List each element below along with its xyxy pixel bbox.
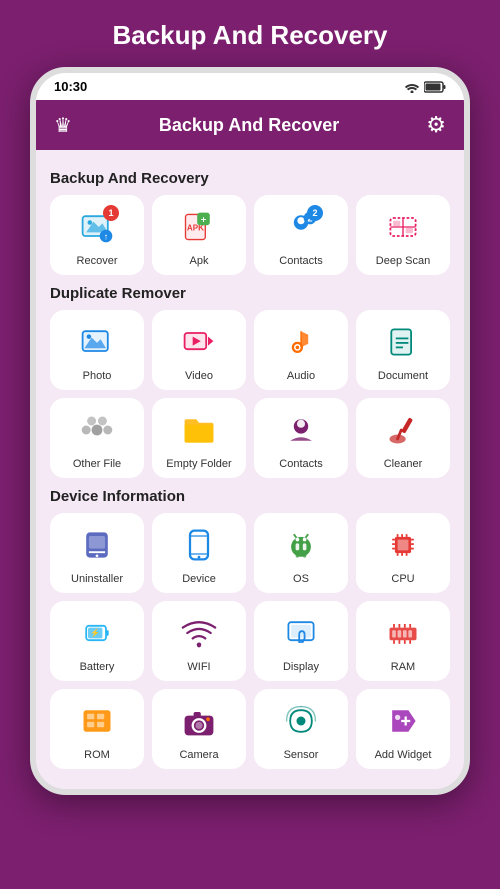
status-icons — [404, 81, 446, 93]
ram-icon — [385, 615, 421, 651]
os-label: OS — [293, 573, 309, 585]
ram-label: RAM — [391, 661, 415, 673]
cpu-label: CPU — [391, 573, 414, 585]
other-file-icon — [79, 412, 115, 448]
grid-item-audio[interactable]: Audio — [254, 310, 348, 390]
contacts-badge: 2 — [307, 205, 323, 221]
empty-folder-label: Empty Folder — [166, 458, 231, 470]
page-title: Backup And Recovery — [112, 20, 387, 51]
wifi-label: WIFI — [187, 661, 210, 673]
svg-text:↑: ↑ — [104, 232, 109, 242]
grid-item-recover[interactable]: ↑ 1 Recover — [50, 195, 144, 275]
display-icon — [283, 615, 319, 651]
add-widget-label: Add Widget — [375, 749, 432, 761]
empty-folder-icon — [181, 412, 217, 448]
section-backup-title: Backup And Recovery — [50, 170, 450, 187]
grid-item-uninstaller[interactable]: Uninstaller — [50, 513, 144, 593]
grid-item-camera[interactable]: Camera — [152, 689, 246, 769]
audio-label: Audio — [287, 370, 315, 382]
grid-item-contacts-dup[interactable]: Contacts — [254, 398, 348, 478]
status-bar: 10:30 — [36, 73, 464, 100]
audio-icon — [283, 324, 319, 360]
os-icon — [283, 527, 319, 563]
deep-scan-icon — [385, 209, 421, 245]
grid-item-ram[interactable]: RAM — [356, 601, 450, 681]
add-widget-icon — [385, 703, 421, 739]
grid-item-cpu[interactable]: CPU — [356, 513, 450, 593]
battery-label: Battery — [80, 661, 115, 673]
recover-label: Recover — [77, 255, 118, 267]
uninstaller-label: Uninstaller — [71, 573, 123, 585]
grid-item-rom[interactable]: ROM — [50, 689, 144, 769]
cpu-icon — [385, 527, 421, 563]
uninstaller-icon — [79, 527, 115, 563]
battery-icon: ⚡ — [79, 615, 115, 651]
sensor-icon — [283, 703, 319, 739]
wifi-status-icon — [404, 81, 420, 93]
grid-item-other-file[interactable]: Other File — [50, 398, 144, 478]
section-device-title: Device Information — [50, 488, 450, 505]
display-label: Display — [283, 661, 319, 673]
grid-item-document[interactable]: Document — [356, 310, 450, 390]
apk-icon: APK + — [181, 209, 217, 245]
other-file-label: Other File — [73, 458, 121, 470]
grid-item-display[interactable]: Display — [254, 601, 348, 681]
camera-label: Camera — [179, 749, 218, 761]
section-duplicate-title: Duplicate Remover — [50, 285, 450, 302]
cleaner-icon — [385, 412, 421, 448]
device-grid: Uninstaller Device — [50, 513, 450, 769]
document-label: Document — [378, 370, 428, 382]
rom-label: ROM — [84, 749, 110, 761]
camera-icon — [181, 703, 217, 739]
apk-label: Apk — [190, 255, 209, 267]
grid-item-contacts-backup[interactable]: 2 2 Contacts — [254, 195, 348, 275]
top-bar-title: Backup And Recover — [159, 115, 339, 136]
grid-item-deep-scan[interactable]: Deep Scan — [356, 195, 450, 275]
cleaner-label: Cleaner — [384, 458, 423, 470]
rom-icon — [79, 703, 115, 739]
phone-frame: 10:30 ♛ Backup And Recover ⚙ Backup And … — [30, 67, 470, 795]
device-icon — [181, 527, 217, 563]
settings-icon[interactable]: ⚙ — [426, 112, 446, 138]
content-area: Backup And Recovery ↑ 1 Re — [36, 150, 464, 789]
grid-item-cleaner[interactable]: Cleaner — [356, 398, 450, 478]
backup-grid: ↑ 1 Recover APK + Apk — [50, 195, 450, 275]
duplicate-grid: Photo Video — [50, 310, 450, 478]
status-time: 10:30 — [54, 79, 87, 94]
photo-label: Photo — [83, 370, 112, 382]
crown-icon: ♛ — [54, 113, 72, 138]
grid-item-battery[interactable]: ⚡ Battery — [50, 601, 144, 681]
grid-item-photo[interactable]: Photo — [50, 310, 144, 390]
grid-item-add-widget[interactable]: Add Widget — [356, 689, 450, 769]
deep-scan-label: Deep Scan — [376, 255, 430, 267]
document-icon — [385, 324, 421, 360]
device-label: Device — [182, 573, 216, 585]
photo-icon — [79, 324, 115, 360]
battery-status-icon — [424, 81, 446, 93]
grid-item-device[interactable]: Device — [152, 513, 246, 593]
sensor-label: Sensor — [284, 749, 319, 761]
grid-item-wifi[interactable]: WIFI — [152, 601, 246, 681]
svg-text:+: + — [201, 215, 206, 225]
grid-item-video[interactable]: Video — [152, 310, 246, 390]
recover-badge: 1 — [103, 205, 119, 221]
video-icon — [181, 324, 217, 360]
grid-item-apk[interactable]: APK + Apk — [152, 195, 246, 275]
contacts-dup-label: Contacts — [279, 458, 322, 470]
svg-text:⚡: ⚡ — [90, 628, 100, 639]
grid-item-empty-folder[interactable]: Empty Folder — [152, 398, 246, 478]
wifi-icon — [181, 615, 217, 651]
contacts-backup-label: Contacts — [279, 255, 322, 267]
contacts-dup-icon — [283, 412, 319, 448]
grid-item-os[interactable]: OS — [254, 513, 348, 593]
grid-item-sensor[interactable]: Sensor — [254, 689, 348, 769]
video-label: Video — [185, 370, 213, 382]
top-bar: ♛ Backup And Recover ⚙ — [36, 100, 464, 150]
